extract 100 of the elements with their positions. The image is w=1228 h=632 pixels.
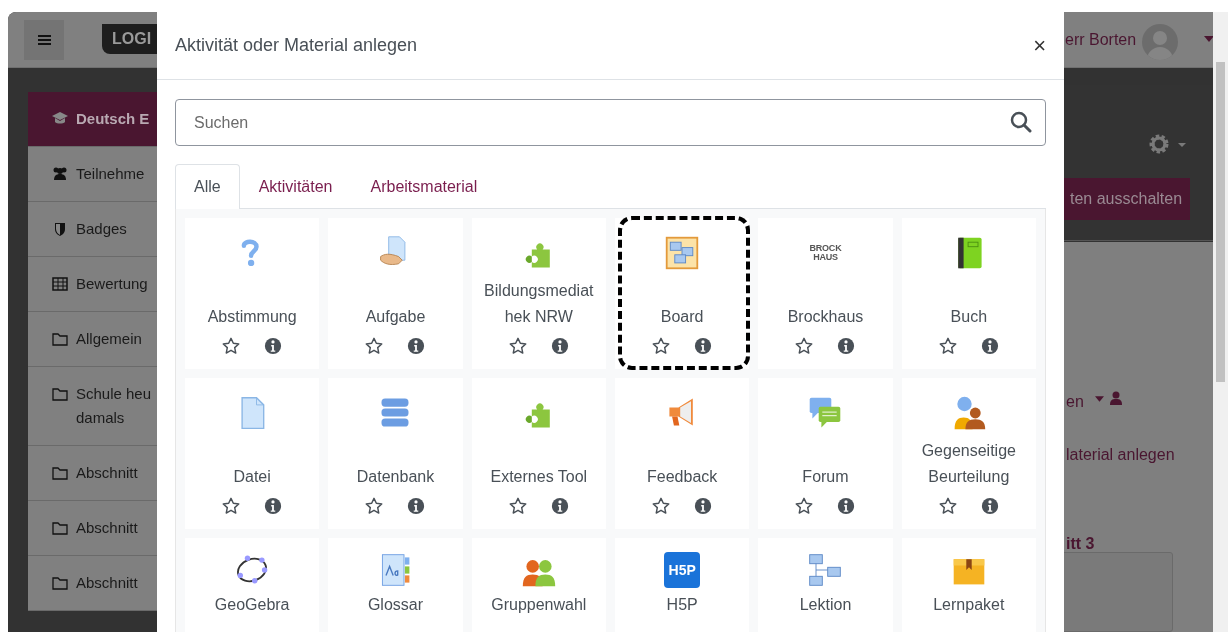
activity-card[interactable]: Lernpaket [901,538,1036,632]
sidebar-item[interactable]: Abschnitt [28,446,157,501]
activity-card[interactable]: BROCK HAUS Brockhaus [758,218,893,369]
activity-card[interactable]: Buch [901,218,1036,369]
tab[interactable]: Aktivitäten [239,164,352,210]
sidebar-label: Schule heu damals [76,384,153,428]
activity-name: Bildungsmediat hek NRW [483,281,595,327]
activity-name: Gegenseitige Beurteilung [920,441,1017,487]
caret-icon[interactable] [1204,36,1214,42]
activity-card[interactable]: Forum [758,378,893,529]
sidebar-item[interactable]: Teilnehme [28,147,157,202]
sidebar-item[interactable]: Bewertung [28,257,157,312]
activity-card[interactable]: Glossar [328,538,463,632]
star-icon[interactable] [938,497,957,515]
brand-logo: H5P [664,552,701,588]
activity-card[interactable]: Gruppenwahl [471,538,606,632]
star-icon[interactable] [795,497,814,515]
sidebar-label: Teilnehme [76,164,145,184]
activity-card[interactable]: Aufgabe [328,218,463,369]
info-icon[interactable] [407,497,426,515]
activity-name: Externes Tool [489,467,589,487]
star-icon[interactable] [652,337,671,355]
activity-card[interactable]: Board [615,218,750,369]
search-field[interactable]: Suchen [175,99,1046,146]
folder-icon [52,465,68,481]
flowchart-icon [807,552,844,588]
star-icon[interactable] [222,337,241,355]
activity-card[interactable]: GeoGebra [185,538,320,632]
add-activity-link[interactable]: laterial anlegen [1066,443,1175,467]
user-name[interactable]: err Borten [1065,28,1137,52]
star-icon[interactable] [365,497,384,515]
sidebar-label: Badges [76,219,127,239]
activity-card[interactable]: Datei [185,378,320,529]
sidebar-label: Abschnitt [76,573,138,593]
sidebar-label: Bewertung [76,274,148,294]
activity-name: Feedback [646,467,719,487]
tab[interactable]: Alle [175,164,240,210]
activity-card[interactable]: Lektion [758,538,893,632]
info-icon[interactable] [550,497,569,515]
menu-link[interactable]: en [1066,390,1084,414]
activity-name: Aufgabe [364,307,427,327]
star-icon[interactable] [508,497,527,515]
table-icon [52,276,68,292]
info-icon[interactable] [694,497,713,515]
activity-card[interactable]: Datenbank [328,378,463,529]
sidebar-item[interactable]: Deutsch E [28,92,157,147]
tab[interactable]: Arbeitsmaterial [351,164,497,210]
star-icon[interactable] [652,497,671,515]
activity-card[interactable]: Abstimmung [185,218,320,369]
activity-name: Datenbank [355,467,436,487]
scrollbar[interactable] [1213,12,1228,632]
activity-card[interactable]: Gegenseitige Beurteilung [901,378,1036,529]
star-icon[interactable] [222,497,241,515]
activity-name: Lernpaket [932,595,1006,615]
info-icon[interactable] [837,337,856,355]
activity-card[interactable]: Externes Tool [471,378,606,529]
star-icon[interactable] [795,337,814,355]
star-icon[interactable] [365,337,384,355]
activity-name: Abstimmung [206,307,298,327]
sidebar-label: Abschnitt [76,518,138,538]
star-icon[interactable] [938,337,957,355]
brand-logo: BROCK HAUS [808,244,843,262]
sidebar-label: Allgemein [76,329,142,349]
info-icon[interactable] [837,497,856,515]
sidebar-item[interactable]: Abschnitt [28,501,157,556]
info-icon[interactable] [264,497,283,515]
modal-title: Aktivität oder Material anlegen [175,34,418,57]
activity-card[interactable]: H5P H5P [615,538,750,632]
user-icon[interactable] [1110,391,1122,405]
folder-icon [52,386,68,402]
activity-name: Board [659,307,705,327]
activity-name: Lektion [798,595,853,615]
board-icon [664,235,701,271]
info-icon[interactable] [550,337,569,355]
activity-name: Buch [949,307,989,327]
sidebar-item[interactable]: Abschnitt [28,556,157,611]
folder-icon [52,331,68,347]
activity-card[interactable]: Bildungsmediat hek NRW [471,218,606,369]
activity-name: Datei [232,467,272,487]
shield-icon [52,221,68,237]
star-icon[interactable] [508,337,527,355]
activity-name: Glossar [366,595,425,615]
info-icon[interactable] [407,337,426,355]
menu-button[interactable] [24,20,64,60]
sidebar-item[interactable]: Schule heu damals [28,367,157,446]
activity-name: Gruppenwahl [490,595,588,615]
gear-icon[interactable] [1148,133,1186,155]
search-icon[interactable] [1010,111,1032,133]
sidebar-item[interactable]: Allgemein [28,312,157,367]
info-icon[interactable] [980,337,999,355]
info-icon[interactable] [264,337,283,355]
close-button[interactable]: × [1033,34,1046,57]
info-icon[interactable] [694,337,713,355]
info-icon[interactable] [980,497,999,515]
folder-icon [52,575,68,591]
folder-icon [52,520,68,536]
activity-card[interactable]: Feedback [615,378,750,529]
section-heading: itt 3 [1066,534,1095,554]
activity-name: H5P [665,595,699,615]
sidebar-item[interactable]: Badges [28,202,157,257]
